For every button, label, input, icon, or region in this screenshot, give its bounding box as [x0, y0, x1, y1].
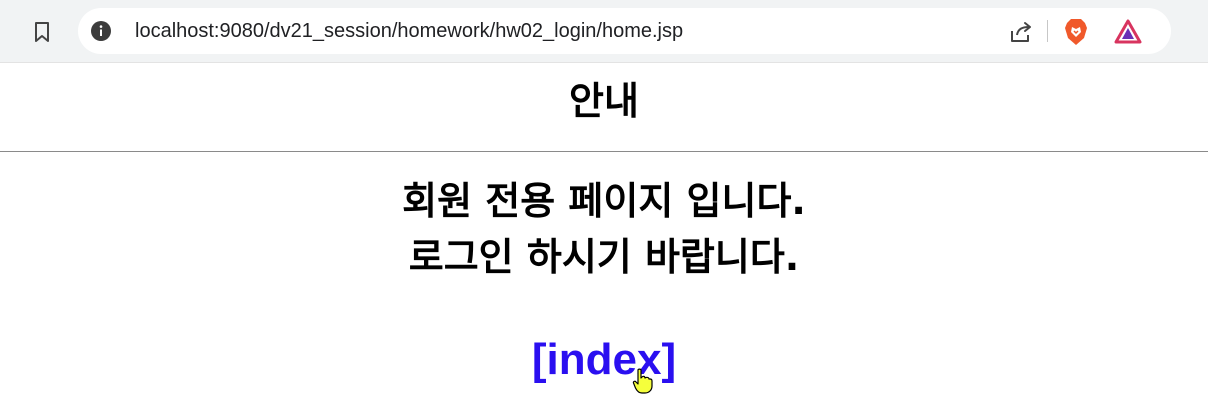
horizontal-rule	[0, 151, 1208, 152]
bookmark-button[interactable]	[28, 18, 56, 46]
notice-line-2: 로그인 하시기 바랍니다.	[408, 235, 800, 279]
address-bar[interactable]: localhost:9080/dv21_session/homework/hw0…	[78, 8, 1171, 54]
hand-cursor-icon	[632, 368, 653, 394]
index-link[interactable]: [index]	[532, 335, 676, 384]
notice-line-1: 회원 전용 페이지 입니다.	[402, 179, 806, 223]
toolbar-divider	[1047, 20, 1048, 42]
info-icon[interactable]	[91, 21, 111, 41]
bookmark-icon	[35, 22, 49, 42]
index-link-container: [index]	[0, 335, 1208, 385]
share-icon[interactable]	[1008, 19, 1034, 45]
page-content: 안내 회원 전용 페이지 입니다. 로그인 하시기 바랍니다. [index]	[0, 63, 1208, 412]
page-title: 안내	[569, 79, 639, 123]
brave-rewards-icon[interactable]	[1114, 19, 1142, 45]
url-text[interactable]: localhost:9080/dv21_session/homework/hw0…	[135, 19, 683, 43]
brave-shield-icon[interactable]	[1063, 18, 1089, 46]
browser-toolbar: localhost:9080/dv21_session/homework/hw0…	[0, 0, 1208, 63]
notice-message: 회원 전용 페이지 입니다. 로그인 하시기 바랍니다.	[0, 173, 1208, 285]
